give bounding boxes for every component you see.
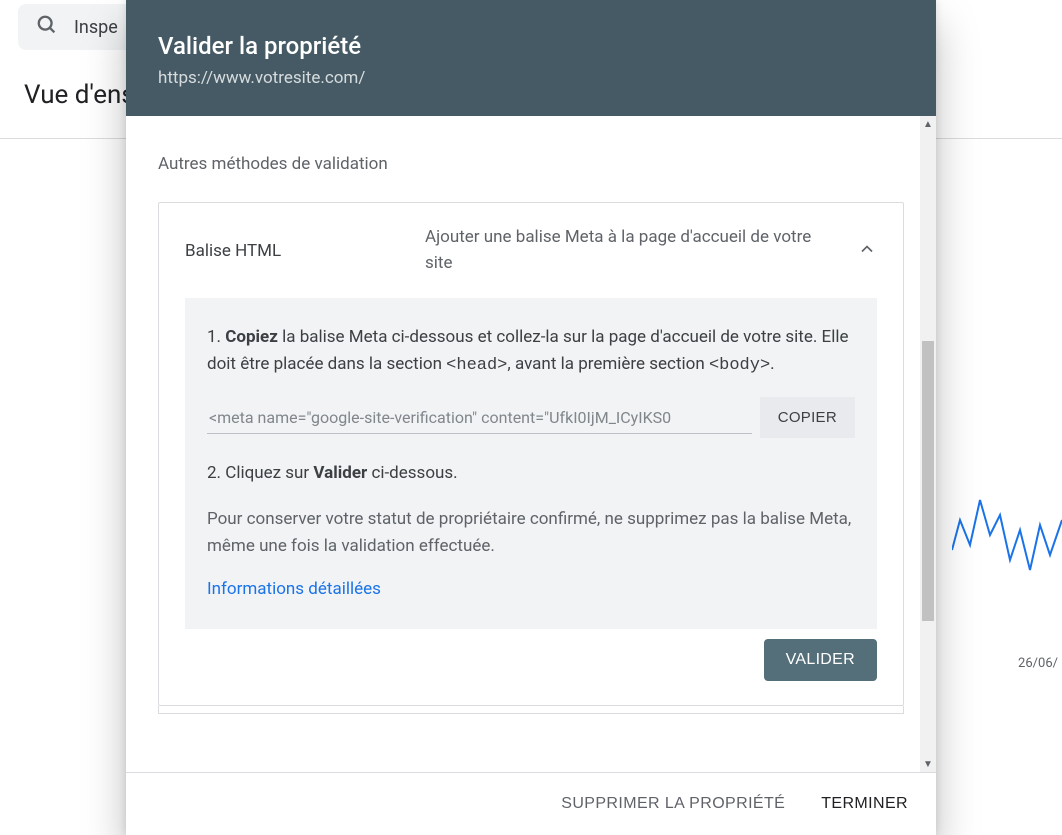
section-label: Autres méthodes de validation — [158, 154, 904, 174]
keep-verification-note: Pour conserver votre statut de propriéta… — [207, 506, 855, 560]
delete-property-button[interactable]: SUPPRIMER LA PROPRIÉTÉ — [561, 795, 785, 813]
method-description: Ajouter une balise Meta à la page d'accu… — [425, 225, 837, 276]
scroll-up-arrow-icon[interactable]: ▲ — [920, 116, 936, 132]
modal-header: Valider la propriété https://www.votresi… — [126, 0, 936, 116]
step-2-text: 2. Cliquez sur Valider ci-dessous. — [207, 460, 855, 487]
modal-footer: SUPPRIMER LA PROPRIÉTÉ TERMINER — [126, 772, 936, 835]
html-tag-card: Balise HTML Ajouter une balise Meta à la… — [158, 202, 904, 706]
scroll-thumb[interactable] — [922, 341, 934, 621]
modal-overlay: Valider la propriété https://www.votresi… — [0, 0, 1062, 835]
validate-button[interactable]: VALIDER — [764, 639, 877, 681]
card-header[interactable]: Balise HTML Ajouter une balise Meta à la… — [159, 203, 903, 298]
card-actions: VALIDER — [159, 629, 903, 705]
done-button[interactable]: TERMINER — [821, 795, 908, 813]
meta-tag-row: COPIER — [207, 397, 855, 438]
method-name: Balise HTML — [185, 241, 405, 261]
card-body: 1. Copiez la balise Meta ci-dessous et c… — [185, 298, 877, 629]
modal-title: Valider la propriété — [158, 32, 904, 60]
modal-body: Autres méthodes de validation Balise HTM… — [126, 116, 936, 772]
verify-property-modal: Valider la propriété https://www.votresi… — [126, 0, 936, 835]
next-card-peek — [158, 706, 904, 714]
step-1-text: 1. Copiez la balise Meta ci-dessous et c… — [207, 324, 855, 379]
scrollbar[interactable]: ▲ ▼ — [920, 116, 936, 772]
meta-tag-input[interactable] — [207, 402, 752, 434]
chevron-up-icon[interactable] — [857, 239, 877, 263]
scroll-down-arrow-icon[interactable]: ▼ — [920, 756, 936, 772]
copy-button[interactable]: COPIER — [760, 397, 855, 438]
details-link[interactable]: Informations détaillées — [207, 576, 381, 603]
modal-subtitle: https://www.votresite.com/ — [158, 68, 904, 88]
